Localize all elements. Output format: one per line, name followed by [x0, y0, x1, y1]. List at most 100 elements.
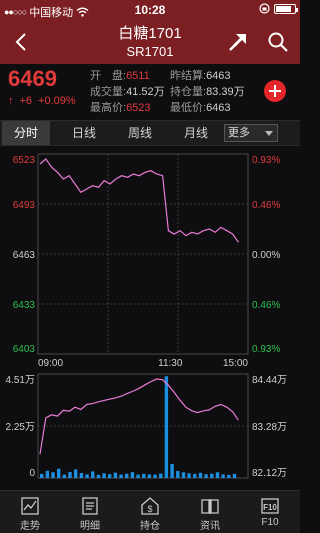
low-value: 6463: [206, 102, 231, 114]
price-left-tick: 6463: [13, 250, 36, 261]
svg-text:$: $: [147, 504, 152, 514]
quote-panel: 6469 ↑ +6 +0.09% 开 盘:6511 昨结算:6463 成交量:4…: [0, 64, 300, 118]
volume-bar: [108, 474, 112, 478]
open-value: 6511: [126, 70, 150, 82]
nav-news-label: 资讯: [200, 521, 220, 532]
tab-daily[interactable]: 日线: [60, 121, 108, 145]
tab-weekly[interactable]: 周线: [116, 121, 164, 145]
volume-bar: [210, 473, 214, 478]
tab-more-dropdown[interactable]: 更多: [224, 124, 278, 142]
battery-icon: [274, 3, 298, 14]
volume-right-tick: 82.12万: [252, 468, 287, 479]
open-interest-line: [39, 378, 239, 455]
high-stat: 最高价:6523: [90, 102, 151, 114]
nav-position[interactable]: $ 持仓: [120, 491, 180, 533]
time-label: 11:30: [158, 358, 183, 369]
time-axis: 09:00 11:30 15:00: [38, 358, 248, 369]
volume-left-tick: 0: [29, 468, 35, 479]
f10-icon: F10: [261, 498, 279, 514]
low-stat: 最低价:6463: [170, 102, 231, 114]
price-right-tick: 0.93%: [252, 344, 280, 355]
volume-bar: [147, 474, 152, 478]
volume-bar: [164, 376, 169, 478]
prev-settle-stat: 昨结算:6463: [170, 70, 231, 82]
price-right-tick: 0.46%: [252, 200, 280, 211]
volume-bar: [40, 473, 44, 478]
volume-bar: [221, 474, 225, 478]
volume-bar: [181, 472, 186, 478]
price-left-tick: 6433: [13, 300, 36, 311]
title-bar: 白糖1701 SR1701: [0, 20, 300, 64]
volume-right-tick: 84.44万: [252, 375, 287, 386]
volume-bar: [91, 471, 95, 478]
volume-right-tick: 83.28万: [252, 422, 287, 433]
volume-bar: [153, 474, 157, 478]
volume-bar: [79, 473, 84, 478]
high-value: 6523: [126, 102, 151, 114]
price-left-tick: 6493: [13, 200, 36, 211]
volume-bar: [74, 469, 78, 478]
volume-bar: [187, 473, 191, 478]
intraday-chart[interactable]: 6523 0.93% 6493 0.46% 6463 0.00% 6433 0.46% 6403…: [0, 148, 300, 488]
nav-trend[interactable]: 走势: [0, 491, 60, 533]
price-right-tick: 0.93%: [252, 155, 280, 166]
volume-bar: [198, 472, 203, 478]
prev-settle-value: 6463: [206, 70, 231, 82]
volume-stat: 成交量:41.52万: [90, 86, 165, 98]
status-bar: ●●○○○ 中国移动 10:28: [0, 0, 300, 20]
price-left-tick: 6403: [13, 344, 36, 355]
contract-title: 白糖1701 SR1701: [60, 24, 240, 60]
volume-bar: [51, 472, 55, 478]
volume-bar: [96, 474, 101, 478]
search-icon[interactable]: [266, 30, 290, 54]
share-icon[interactable]: [226, 30, 250, 54]
nav-news[interactable]: 资讯: [180, 491, 240, 533]
price-right-tick: 0.46%: [252, 300, 280, 311]
price-right-tick: 0.00%: [252, 250, 280, 261]
open-interest-stat: 持仓量:83.39万: [170, 86, 245, 98]
last-price: 6469: [8, 66, 57, 91]
volume-left-tick: 4.51万: [6, 375, 35, 386]
volume-bar: [215, 472, 220, 478]
price-left-tick: 6523: [13, 155, 36, 166]
volume-bar: [119, 474, 123, 478]
tab-monthly[interactable]: 月线: [172, 121, 220, 145]
volume-bar: [176, 471, 180, 478]
time-label: 15:00: [223, 358, 248, 369]
detail-list-icon: [82, 497, 98, 515]
trend-chart-icon: [21, 497, 39, 515]
status-right: [259, 3, 298, 14]
time-label: 09:00: [38, 358, 63, 369]
volume-bar: [125, 473, 129, 478]
orientation-lock-icon: [259, 3, 270, 14]
tab-intraday[interactable]: 分时: [2, 121, 50, 145]
change-percent: +0.09%: [38, 95, 76, 107]
add-watchlist-button[interactable]: [264, 80, 286, 102]
volume-bar: [130, 472, 135, 478]
back-button[interactable]: [10, 30, 34, 54]
contract-name: 白糖1701: [118, 25, 182, 42]
volume-bar: [113, 472, 118, 478]
nav-trend-label: 走势: [20, 521, 40, 532]
contract-code: SR1701: [126, 44, 174, 59]
svg-text:F10: F10: [263, 503, 277, 512]
nav-f10-label: F10: [261, 517, 279, 528]
volume-bar: [68, 471, 72, 478]
nav-f10[interactable]: F10 F10: [240, 491, 300, 533]
volume-bar: [232, 473, 237, 478]
volume-bar: [204, 474, 208, 478]
price-change: ↑ +6 +0.09%: [8, 95, 76, 107]
volume-bar: [170, 464, 174, 478]
chevron-down-icon: [265, 131, 273, 136]
up-arrow-icon: ↑: [8, 95, 14, 107]
volume-panel: 4.51万 84.44万 2.25万 83.28万 0 82.12万: [6, 373, 287, 479]
nav-detail[interactable]: 明细: [60, 491, 120, 533]
tab-more-label: 更多: [228, 127, 250, 139]
position-dollar-icon: $: [141, 497, 159, 515]
volume-bar: [85, 474, 89, 478]
volume-bar: [227, 474, 231, 478]
volume-bar: [45, 470, 50, 478]
volume-bar: [62, 474, 67, 478]
nav-detail-label: 明细: [80, 521, 100, 532]
price-line: [39, 158, 239, 243]
